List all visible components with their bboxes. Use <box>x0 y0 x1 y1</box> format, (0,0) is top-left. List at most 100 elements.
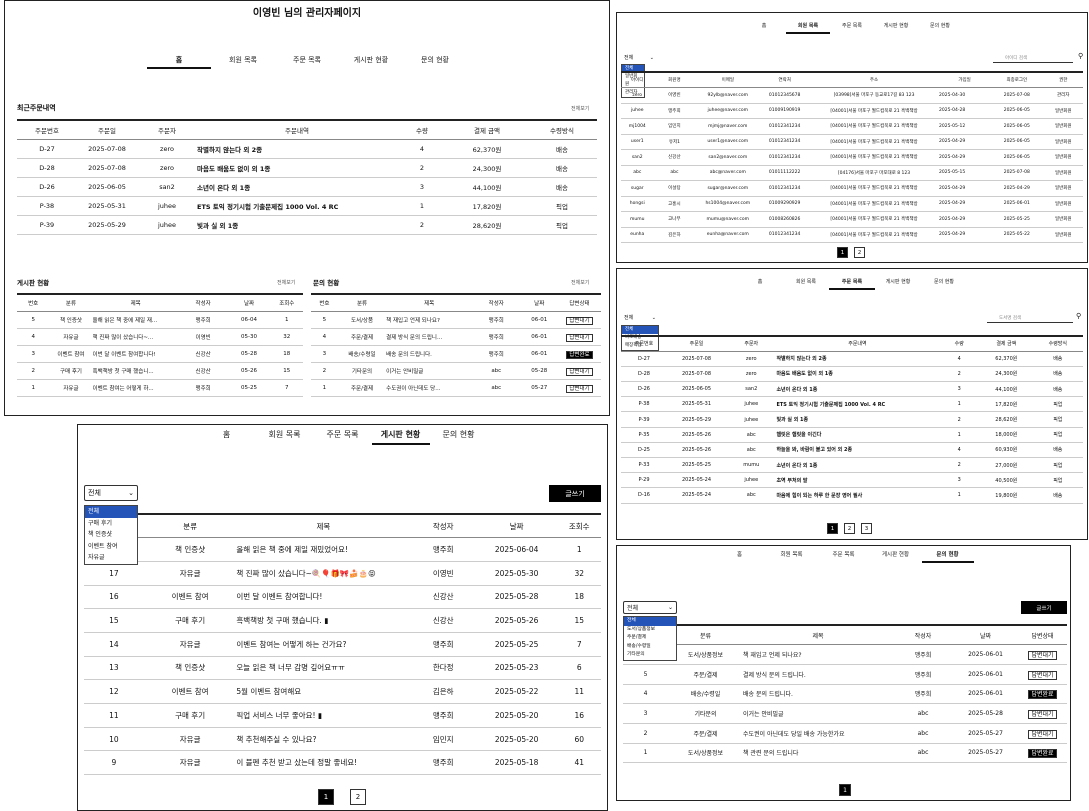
table-cell[interactable]: 결제 방식 문의 드립니다. <box>743 664 893 685</box>
table-row[interactable]: 3 배송/수령일 배송 문의 드립니다. 맹주희 06-01 답변완료 <box>311 345 601 363</box>
table-cell[interactable]: 이거는 안비밀글 <box>386 362 473 380</box>
table-row[interactable]: 2 기타문의 이거는 안비밀글 abc 05-28 답변대기 <box>311 362 601 380</box>
table-cell[interactable]: 수도권이 아닌데도 당... <box>386 379 473 397</box>
tab-3[interactable]: 게시판 현황 <box>874 21 918 34</box>
table-row[interactable]: 1 도서/상품정보 책 관련 문의 드립니다 abc 2025-05-27 답변완료 <box>623 743 1067 764</box>
table-cell[interactable]: 마음도 배움도 없이 외 1종 <box>776 366 939 383</box>
tab-4[interactable]: 문의 현황 <box>918 21 962 34</box>
table-row[interactable]: D-25 2025-05-26 abc 하늘을 봐, 바람이 불고 있어 외 2종 4 6… <box>621 442 1083 459</box>
search-icon[interactable]: ⚲ <box>1076 312 1081 320</box>
table-cell[interactable]: 2025-04-30 <box>939 87 991 104</box>
table-row[interactable]: 1 자유글 이벤트 참여는 어떻게 하... 맹주희 05-25 7 <box>17 379 303 397</box>
table-cell[interactable]: 책 관련 문의 드립니다 <box>743 743 893 764</box>
table-row[interactable]: P-38 2025-05-31 juhee ETS 토익 정기시험 기출문제집 100… <box>621 396 1083 413</box>
inquiry-filter-select[interactable]: 전체 ⌄ <box>623 601 677 614</box>
table-row[interactable]: 2 구매 후기 흑백책방 첫 구매 했습니... 신강산 05-26 15 <box>17 362 303 380</box>
table-row[interactable]: sugar 이설탕 sugar@naver.com 01012341234 [04001… <box>621 180 1083 197</box>
tab-3[interactable]: 게시판 현황 <box>875 277 921 290</box>
table-row[interactable]: 5책 인증샷 올해 읽은 책 중에 제일 재... 맹주희 06-04 1 <box>17 311 303 329</box>
write-button[interactable]: 글쓰기 <box>1021 601 1067 614</box>
tab-3[interactable]: 게시판 현황 <box>339 53 403 69</box>
table-row[interactable]: abc abc abc@naver.com 01011112222 [04176]서울 … <box>621 165 1083 181</box>
table-row[interactable]: 4 자유글 책 진짜 많이 샀습니다~... 이영빈 05-30 32 <box>17 328 303 346</box>
table-cell[interactable]: 2025-04-29 <box>939 180 991 197</box>
table-row[interactable]: 6도서/상품정보책 재입고 언제 되나요?맹주희2025-06-01답변대기 <box>623 644 1067 665</box>
tab-1[interactable]: 회원 목록 <box>211 53 275 69</box>
table-cell[interactable]: 5월 이벤트 참여해요 <box>236 679 411 704</box>
table-cell[interactable]: 올해 읽은 책 중에 제일 재밌었어요! <box>236 537 411 562</box>
tab-4[interactable]: 문의 현황 <box>921 277 967 290</box>
member-search-input[interactable]: 아이디 검색 <box>993 53 1073 63</box>
table-cell[interactable]: 마음에 힘이 되는 하루 한 문장 영어 필사 <box>776 487 939 504</box>
dropdown-option[interactable]: 기타문의 <box>624 651 676 660</box>
table-row[interactable]: juhee 맹주희 juhee@naver.com 01009190919 [04001… <box>621 103 1083 119</box>
table-row[interactable]: 4 주문/결제 결제 방식 문의 드립니... 맹주희 06-01 답변대기 <box>311 328 601 346</box>
search-icon[interactable]: ⚲ <box>1078 52 1083 60</box>
order-filter-select[interactable]: 전체 ⌄ <box>621 313 659 322</box>
tab-0[interactable]: 홈 <box>147 53 211 69</box>
table-cell[interactable]: 소년이 온다 외 1종 <box>776 381 939 398</box>
table-row[interactable]: P-29 2025-05-24 juhee 초역 부처의 말 3 40,500원 픽업 <box>621 472 1083 489</box>
dropdown-option[interactable]: 도서/상품정보 <box>624 626 676 635</box>
table-cell[interactable]: 책 재입고 언제 되나요? <box>386 311 473 329</box>
table-cell[interactable]: 오늘 읽은 책 너무 감명 깊어요ㅠㅠ <box>236 656 411 681</box>
table-cell[interactable]: 이거는 안비밀글 <box>743 703 893 724</box>
page-button[interactable]: 1 <box>318 789 334 805</box>
table-cell[interactable]: 올해 읽은 책 중에 제일 재... <box>92 311 179 329</box>
table-cell[interactable]: 초역 부처의 말 <box>776 472 939 489</box>
table-cell[interactable]: 2025-05-12 <box>939 118 991 135</box>
table-row[interactable]: 14 자유글 이벤트 참여는 어떻게 하는 건가요? 맹주희 2025-05-25 7 <box>84 632 601 657</box>
tab-3[interactable]: 게시판 현황 <box>870 549 922 563</box>
board-filter-dropdown[interactable]: 전체 구매 후기 책 인증샷 이벤트 참여 자유글 <box>84 505 138 565</box>
board-filter-select[interactable]: 전체 ⌄ <box>84 485 138 501</box>
table-row[interactable]: 17 자유글 책 진짜 많이 샀습니다~🍭🎈🎁🎀🍰🎂😝 이영빈 2025-05-30 32 <box>84 561 601 586</box>
dropdown-option[interactable]: 책 인증샷 <box>85 529 137 541</box>
table-cell[interactable]: 이 블펜 추천 받고 샀는데 정말 좋네요! <box>236 750 411 776</box>
table-row[interactable]: D-28 2025-07-08 zero 마음도 배움도 없이 외 1종 2 24,300… <box>17 158 597 178</box>
dropdown-option[interactable]: 구매 후기 <box>85 518 137 530</box>
table-row[interactable]: P-39 2025-05-29 juhee 빛과 실 외 1종 2 28,620원 픽업 <box>17 215 597 235</box>
table-cell[interactable]: 책 추천해주실 수 있나요? <box>236 727 411 752</box>
page-button[interactable]: 1 <box>837 247 848 258</box>
table-row[interactable]: 18책 인증샷올해 읽은 책 중에 제일 재밌었어요!맹주희2025-06-04… <box>84 537 601 562</box>
tab-3[interactable]: 게시판 현황 <box>371 427 430 445</box>
tab-2[interactable]: 주문 목록 <box>314 427 372 445</box>
table-cell[interactable]: 2025-04-29 <box>939 149 991 166</box>
table-row[interactable]: D-26 2025-06-05 san2 소년이 온다 외 1종 3 44,100원 배송 <box>17 177 597 197</box>
table-row[interactable]: 16 이벤트 참여 이번 달 이벤트 참여합니다! 신강산 2025-05-28 18 <box>84 585 601 610</box>
table-row[interactable]: 5 도서/상품 책 재입고 언제 되나요? 맹주희 06-01 답변대기 <box>311 311 601 329</box>
table-cell[interactable]: 2025-05-15 <box>939 165 991 181</box>
table-cell[interactable]: 빛과 실 외 1종 <box>776 411 939 428</box>
table-row[interactable]: 3 기타문의 이거는 안비밀글 abc 2025-05-28 답변대기 <box>623 703 1067 724</box>
table-row[interactable]: 4 배송/수령일 배송 문의 드립니다. 맹주희 2025-06-01 답변완료 <box>623 684 1067 705</box>
table-cell[interactable]: 2025-04-29 <box>939 227 991 243</box>
table-row[interactable]: 5 주문/결제 결제 방식 문의 드립니다. 맹주희 2025-06-01 답변대기 <box>623 664 1067 685</box>
inquiry-more-link[interactable]: 전체보기 <box>571 279 589 286</box>
table-cell[interactable]: 하늘을 봐, 바람이 불고 있어 외 2종 <box>776 442 939 459</box>
table-row[interactable]: hongsi 고홍시 hs1004@naver.com 01009290929 [040… <box>621 196 1083 212</box>
table-row[interactable]: D-27 2025-07-08 zero 작별하지 않는다 외 2종 4 62,370원 배… <box>17 139 597 159</box>
table-cell[interactable]: 흑백책방 첫 구매 했습니다. ▮ <box>236 608 411 633</box>
table-cell[interactable]: 책 재입고 언제 되나요? <box>743 644 893 665</box>
table-cell[interactable]: 배송 문의 드립니다. <box>743 684 893 705</box>
table-cell[interactable]: 책 진짜 많이 샀습니다~... <box>92 328 179 346</box>
table-cell[interactable]: 이벤트 참여는 어떻게 하... <box>92 379 179 397</box>
table-cell[interactable]: 2025-04-29 <box>939 134 991 150</box>
page-button[interactable]: 2 <box>854 247 865 258</box>
table-cell[interactable]: 2025-04-28 <box>939 103 991 119</box>
table-cell[interactable]: 마음도 배움도 없이 외 1종 <box>197 158 397 178</box>
table-row[interactable]: san2 신강산 san2@naver.com 01012341234 [04001]서… <box>621 149 1083 166</box>
table-row[interactable]: 11 구매 후기 픽업 서비스 너무 좋아요! ▮ 맹주희 2025-05-20 16 <box>84 703 601 728</box>
table-row[interactable]: mumu 고나무 mumu@naver.com 01008260826 [04001]서… <box>621 211 1083 228</box>
tab-1[interactable]: 회원 목록 <box>256 427 314 445</box>
table-cell[interactable]: 배송 문의 드립니다. <box>386 345 473 363</box>
table-cell[interactable]: 작별하지 않는다 외 2종 <box>776 351 939 367</box>
dropdown-option[interactable]: 자유글 <box>85 552 137 564</box>
tab-0[interactable]: 홈 <box>742 21 786 34</box>
tab-2[interactable]: 주문 목록 <box>818 549 870 563</box>
dropdown-option[interactable]: 전체 <box>622 326 658 334</box>
table-cell[interactable]: ETS 토익 정기시험 기출문제집 1000 Vol. 4 RC <box>197 196 397 216</box>
page-button[interactable]: 2 <box>844 523 855 534</box>
tab-4[interactable]: 문의 현황 <box>430 427 488 445</box>
table-row[interactable]: P-35 2025-05-26 abc 햄릿은 햄릿을 이긴다 1 18,000원 픽업 <box>621 427 1083 443</box>
